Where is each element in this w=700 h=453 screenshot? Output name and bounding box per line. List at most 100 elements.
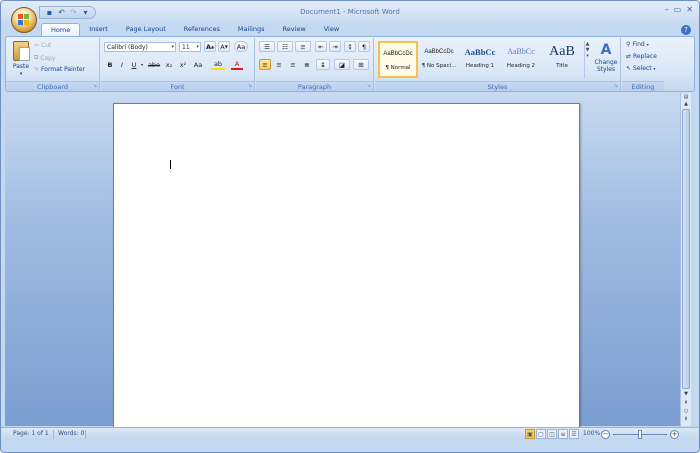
style-name: ¶ Normal bbox=[385, 65, 411, 71]
page-count[interactable]: Page: 1 of 1 bbox=[13, 430, 49, 437]
dialog-launcher-icon[interactable]: ↘ bbox=[367, 83, 371, 89]
paste-button[interactable]: Paste ▾ bbox=[11, 41, 31, 77]
dialog-launcher-icon[interactable]: ↘ bbox=[614, 83, 618, 89]
line-spacing-icon: ↨ bbox=[320, 60, 326, 69]
style-name: Heading 1 bbox=[465, 63, 495, 69]
styles-group: AaBbCcDc ¶ Normal AaBbCcDc ¶ No Spaci...… bbox=[375, 38, 621, 91]
scroll-down-icon[interactable]: ▼ bbox=[682, 391, 690, 397]
dialog-launcher-icon[interactable]: ↘ bbox=[93, 83, 97, 89]
tab-review[interactable]: Review bbox=[274, 23, 315, 36]
binoculars-icon: ⚲ bbox=[626, 41, 631, 48]
change-styles-button[interactable]: A Change Styles bbox=[593, 41, 619, 73]
align-center-button[interactable]: ≡ bbox=[273, 59, 285, 70]
tab-insert[interactable]: Insert bbox=[80, 23, 117, 36]
increase-indent-button[interactable]: ⇥ bbox=[329, 41, 341, 52]
numbered-list-icon: ☷ bbox=[282, 42, 288, 51]
web-layout-button[interactable]: ◫ bbox=[547, 429, 557, 439]
paragraph-group-label: Paragraph bbox=[256, 81, 373, 91]
ribbon: Paste ▾ ✂ Cut ⧉ Copy ✎ Format Painter Clipbo… bbox=[5, 36, 695, 92]
style-normal[interactable]: AaBbCcDc ¶ Normal bbox=[378, 41, 418, 78]
bullets-button[interactable]: ☰ bbox=[259, 41, 275, 52]
decrease-indent-button[interactable]: ⇤ bbox=[315, 41, 327, 52]
chevron-down-icon[interactable]: ▾ bbox=[139, 59, 145, 70]
zoom-out-button[interactable]: − bbox=[601, 430, 610, 439]
shrink-font-button[interactable]: A ▼ bbox=[218, 41, 230, 52]
previous-page-icon[interactable]: ⇞ bbox=[682, 400, 690, 406]
outline-button[interactable]: ≡ bbox=[558, 429, 568, 439]
bold-button[interactable]: B bbox=[105, 59, 115, 70]
scroll-thumb[interactable] bbox=[682, 109, 690, 389]
style-no-spacing[interactable]: AaBbCcDc ¶ No Spaci... bbox=[419, 41, 459, 78]
draft-button[interactable]: ☰ bbox=[569, 429, 579, 439]
decrease-indent-icon: ⇤ bbox=[318, 42, 324, 51]
print-layout-button[interactable]: ▣ bbox=[525, 429, 535, 439]
align-right-button[interactable]: ≡ bbox=[287, 59, 299, 70]
browse-object-icon[interactable]: ○ bbox=[682, 408, 690, 414]
status-divider bbox=[85, 430, 86, 439]
style-title[interactable]: AaB Title bbox=[542, 41, 582, 78]
replace-button[interactable]: ⇄ Replace bbox=[626, 53, 657, 60]
tab-references[interactable]: References bbox=[175, 23, 229, 36]
show-formatting-button[interactable]: ¶ bbox=[358, 41, 370, 52]
styles-group-label: Styles bbox=[375, 81, 620, 91]
web-layout-icon: ◫ bbox=[549, 431, 555, 438]
strikethrough-button[interactable]: abe bbox=[147, 59, 161, 70]
italic-button[interactable]: I bbox=[117, 59, 127, 70]
style-heading-2[interactable]: AaBbCc Heading 2 bbox=[501, 41, 541, 78]
tab-mailings[interactable]: Mailings bbox=[229, 23, 274, 36]
window-controls: – ▭ ✕ bbox=[665, 5, 693, 14]
subscript-button[interactable]: x₂ bbox=[163, 59, 175, 70]
status-divider bbox=[53, 430, 54, 439]
scroll-up-icon[interactable]: ▲ bbox=[682, 101, 690, 107]
borders-button[interactable]: ⊞ bbox=[353, 59, 369, 70]
font-size-combo[interactable]: 11 ▾ bbox=[179, 42, 201, 52]
cut-button[interactable]: ✂ Cut bbox=[34, 42, 51, 49]
clear-formatting-button[interactable]: Aa bbox=[234, 41, 248, 52]
line-spacing-button[interactable]: ↨ bbox=[316, 59, 330, 70]
grow-font-button[interactable]: A ▲ bbox=[204, 41, 216, 52]
zoom-level[interactable]: 100% bbox=[583, 430, 600, 437]
dialog-launcher-icon[interactable]: ↘ bbox=[248, 83, 252, 89]
vertical-scrollbar[interactable]: ▤ ▲ ▼ ⇞ ○ ⇟ bbox=[680, 93, 691, 426]
next-page-icon[interactable]: ⇟ bbox=[682, 416, 690, 422]
chevron-down-icon: ▾ bbox=[171, 44, 174, 50]
highlight-button[interactable]: ab bbox=[211, 59, 225, 70]
ribbon-tabs: Home Insert Page Layout References Maili… bbox=[41, 23, 348, 36]
underline-button[interactable]: U bbox=[129, 59, 139, 70]
font-name-combo[interactable]: Calibri (Body) ▾ bbox=[104, 42, 176, 52]
justify-button[interactable]: ≣ bbox=[301, 59, 313, 70]
help-button[interactable]: ? bbox=[681, 25, 691, 35]
tab-page-layout[interactable]: Page Layout bbox=[117, 23, 175, 36]
find-button[interactable]: ⚲ Find ▾ bbox=[626, 41, 649, 48]
shading-button[interactable]: ◪ bbox=[334, 59, 350, 70]
style-heading-1[interactable]: AaBbCc Heading 1 bbox=[460, 41, 500, 78]
zoom-slider-thumb[interactable] bbox=[638, 430, 642, 439]
status-bar: Page: 1 of 1 Words: 0 ▣ ▢ ◫ ≡ ☰ 100% − + bbox=[1, 427, 699, 440]
text-cursor bbox=[170, 160, 171, 169]
ruler-toggle-icon[interactable]: ▤ bbox=[682, 94, 690, 100]
styles-gallery-scroll[interactable]: ▲ ▼ ▾ bbox=[584, 41, 590, 78]
close-button[interactable]: ✕ bbox=[686, 5, 693, 14]
numbering-button[interactable]: ☷ bbox=[277, 41, 293, 52]
tab-home[interactable]: Home bbox=[41, 23, 81, 36]
word-count[interactable]: Words: 0 bbox=[58, 430, 84, 437]
draft-icon: ☰ bbox=[571, 431, 577, 438]
align-left-icon: ≡ bbox=[262, 60, 268, 69]
minimize-button[interactable]: – bbox=[665, 5, 669, 14]
superscript-button[interactable]: x² bbox=[177, 59, 189, 70]
paste-icon bbox=[13, 41, 30, 61]
maximize-button[interactable]: ▭ bbox=[674, 5, 682, 14]
copy-button[interactable]: ⧉ Copy bbox=[34, 54, 56, 62]
full-screen-reading-button[interactable]: ▢ bbox=[536, 429, 546, 439]
zoom-in-button[interactable]: + bbox=[670, 430, 679, 439]
format-painter-button[interactable]: ✎ Format Painter bbox=[34, 66, 85, 73]
select-button[interactable]: ↖ Select ▾ bbox=[626, 65, 656, 72]
sort-button[interactable]: ↕ bbox=[344, 41, 356, 52]
tab-view[interactable]: View bbox=[315, 23, 348, 36]
align-left-button[interactable]: ≡ bbox=[259, 59, 271, 70]
change-case-button[interactable]: Aa bbox=[191, 59, 205, 70]
multilevel-list-button[interactable]: ≡ bbox=[295, 41, 311, 52]
document-page[interactable] bbox=[113, 103, 580, 436]
office-button[interactable] bbox=[11, 7, 37, 33]
font-color-button[interactable]: A bbox=[231, 59, 243, 70]
